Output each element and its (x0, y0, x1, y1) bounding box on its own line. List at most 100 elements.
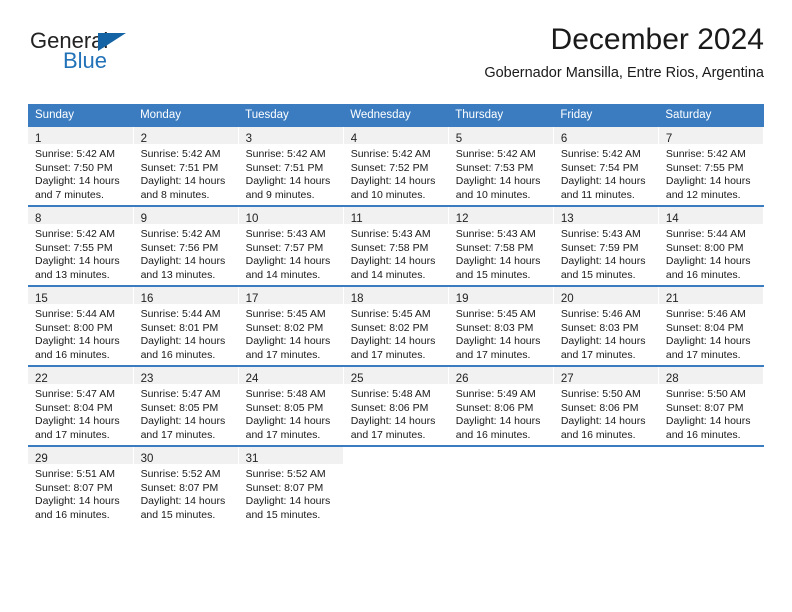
day-cell[interactable]: 14 Sunrise: 5:44 AM Sunset: 8:00 PM Dayl… (658, 205, 765, 286)
day-cell[interactable]: 28 Sunrise: 5:50 AM Sunset: 8:07 PM Dayl… (658, 365, 765, 446)
daylight-text-line1: Daylight: 14 hours (35, 335, 120, 348)
sunrise-text: Sunrise: 5:44 AM (140, 308, 221, 320)
day-cell[interactable]: 21 Sunrise: 5:46 AM Sunset: 8:04 PM Dayl… (658, 285, 765, 366)
day-number-band: 30 (133, 447, 238, 465)
sunrise-text: Sunrise: 5:46 AM (560, 308, 641, 320)
day-cell[interactable]: 8 Sunrise: 5:42 AM Sunset: 7:55 PM Dayli… (28, 205, 134, 286)
day-number: 6 (560, 133, 568, 145)
day-details: Sunrise: 5:46 AM Sunset: 8:03 PM Dayligh… (554, 304, 658, 362)
sunset-text: Sunset: 8:04 PM (665, 321, 744, 334)
page-header: General Blue December 2024 Gobernador Ma… (28, 23, 764, 98)
day-cell[interactable]: 25 Sunrise: 5:48 AM Sunset: 8:06 PM Dayl… (343, 365, 449, 446)
day-number: 30 (140, 453, 154, 465)
day-cell[interactable]: 31 Sunrise: 5:52 AM Sunset: 8:07 PM Dayl… (238, 445, 344, 525)
day-cell[interactable]: 9 Sunrise: 5:42 AM Sunset: 7:56 PM Dayli… (133, 205, 239, 286)
day-cell[interactable]: 19 Sunrise: 5:45 AM Sunset: 8:03 PM Dayl… (448, 285, 554, 366)
day-number: 31 (245, 453, 259, 465)
sunrise-text: Sunrise: 5:42 AM (560, 148, 641, 160)
day-cell[interactable]: 3 Sunrise: 5:42 AM Sunset: 7:51 PM Dayli… (238, 127, 344, 206)
day-cell[interactable]: 29 Sunrise: 5:51 AM Sunset: 8:07 PM Dayl… (28, 445, 134, 525)
day-number-band: 22 (28, 367, 133, 385)
daylight-text-line1: Daylight: 14 hours (140, 335, 226, 348)
day-cell[interactable]: 30 Sunrise: 5:52 AM Sunset: 8:07 PM Dayl… (133, 445, 239, 525)
day-details: Sunrise: 5:42 AM Sunset: 7:55 PM Dayligh… (28, 224, 133, 282)
day-number-band (659, 447, 763, 464)
daylight-text-line1: Daylight: 14 hours (455, 415, 541, 428)
day-cell[interactable]: 18 Sunrise: 5:45 AM Sunset: 8:02 PM Dayl… (343, 285, 449, 366)
day-cell-empty (553, 445, 659, 525)
sunset-text: Sunset: 7:55 PM (665, 161, 744, 174)
day-number-band: 2 (133, 127, 238, 145)
sunset-text: Sunset: 8:07 PM (35, 481, 113, 494)
sunrise-text: Sunrise: 5:42 AM (455, 148, 536, 160)
day-cell[interactable]: 10 Sunrise: 5:43 AM Sunset: 7:57 PM Dayl… (238, 205, 344, 286)
sunset-text: Sunset: 8:01 PM (140, 321, 219, 334)
sunset-text: Sunset: 8:03 PM (560, 321, 639, 334)
sunrise-text: Sunrise: 5:42 AM (35, 148, 115, 160)
day-number-band (554, 447, 658, 464)
day-cell-empty (658, 445, 765, 525)
day-cell[interactable]: 4 Sunrise: 5:42 AM Sunset: 7:52 PM Dayli… (343, 127, 449, 206)
day-cell[interactable]: 16 Sunrise: 5:44 AM Sunset: 8:01 PM Dayl… (133, 285, 239, 366)
day-cell[interactable]: 12 Sunrise: 5:43 AM Sunset: 7:58 PM Dayl… (448, 205, 554, 286)
sunset-text: Sunset: 7:56 PM (140, 241, 219, 254)
day-number-band: 12 (448, 207, 553, 225)
day-cell[interactable]: 6 Sunrise: 5:42 AM Sunset: 7:54 PM Dayli… (553, 127, 659, 206)
sunset-text: Sunset: 7:52 PM (350, 161, 429, 174)
daylight-text-line2: and 15 minutes. (140, 508, 216, 521)
daylight-text-line2: and 14 minutes. (350, 268, 426, 281)
day-number-band: 27 (553, 367, 658, 385)
day-number: 1 (35, 133, 42, 145)
sunrise-text: Sunrise: 5:47 AM (140, 388, 221, 400)
day-cell[interactable]: 24 Sunrise: 5:48 AM Sunset: 8:05 PM Dayl… (238, 365, 344, 446)
day-cell[interactable]: 1 Sunrise: 5:42 AM Sunset: 7:50 PM Dayli… (28, 127, 134, 206)
daylight-text-line1: Daylight: 14 hours (350, 415, 436, 428)
sunrise-text: Sunrise: 5:45 AM (455, 308, 536, 320)
day-number: 19 (455, 293, 469, 305)
day-number-band: 8 (28, 207, 133, 225)
day-cell[interactable]: 15 Sunrise: 5:44 AM Sunset: 8:00 PM Dayl… (28, 285, 134, 366)
day-details: Sunrise: 5:50 AM Sunset: 8:06 PM Dayligh… (554, 384, 658, 442)
sunrise-text: Sunrise: 5:50 AM (560, 388, 641, 400)
day-number: 3 (245, 133, 253, 145)
daylight-text-line1: Daylight: 14 hours (560, 335, 646, 348)
daylight-text-line1: Daylight: 14 hours (245, 415, 331, 428)
weekday-header-saturday: Saturday (658, 104, 764, 127)
day-number-band: 4 (343, 127, 448, 145)
day-cell[interactable]: 17 Sunrise: 5:45 AM Sunset: 8:02 PM Dayl… (238, 285, 344, 366)
day-number: 9 (140, 213, 147, 225)
day-details: Sunrise: 5:46 AM Sunset: 8:04 PM Dayligh… (659, 304, 763, 362)
sunrise-text: Sunrise: 5:45 AM (350, 308, 431, 320)
daylight-text-line1: Daylight: 14 hours (245, 255, 331, 268)
daylight-text-line2: and 15 minutes. (245, 508, 321, 521)
brand-name-blue: Blue (63, 48, 108, 73)
sunrise-text: Sunrise: 5:46 AM (665, 308, 746, 320)
day-cell[interactable]: 11 Sunrise: 5:43 AM Sunset: 7:58 PM Dayl… (343, 205, 449, 286)
day-cell[interactable]: 2 Sunrise: 5:42 AM Sunset: 7:51 PM Dayli… (133, 127, 239, 206)
calendar-header-row: Sunday Monday Tuesday Wednesday Thursday… (28, 104, 764, 127)
daylight-text-line2: and 15 minutes. (560, 268, 636, 281)
day-cell[interactable]: 23 Sunrise: 5:47 AM Sunset: 8:05 PM Dayl… (133, 365, 239, 446)
sunrise-text: Sunrise: 5:52 AM (245, 468, 326, 480)
day-cell[interactable]: 26 Sunrise: 5:49 AM Sunset: 8:06 PM Dayl… (448, 365, 554, 446)
sunset-text: Sunset: 8:00 PM (35, 321, 113, 334)
day-cell[interactable]: 13 Sunrise: 5:43 AM Sunset: 7:59 PM Dayl… (553, 205, 659, 286)
day-cell[interactable]: 27 Sunrise: 5:50 AM Sunset: 8:06 PM Dayl… (553, 365, 659, 446)
day-cell[interactable]: 20 Sunrise: 5:46 AM Sunset: 8:03 PM Dayl… (553, 285, 659, 366)
day-details: Sunrise: 5:42 AM Sunset: 7:54 PM Dayligh… (554, 144, 658, 202)
day-cell[interactable]: 5 Sunrise: 5:42 AM Sunset: 7:53 PM Dayli… (448, 127, 554, 206)
sunset-text: Sunset: 7:59 PM (560, 241, 639, 254)
sunrise-text: Sunrise: 5:42 AM (350, 148, 431, 160)
day-details: Sunrise: 5:45 AM Sunset: 8:02 PM Dayligh… (344, 304, 448, 362)
day-details: Sunrise: 5:47 AM Sunset: 8:04 PM Dayligh… (28, 384, 133, 442)
sunrise-text: Sunrise: 5:43 AM (455, 228, 536, 240)
sunset-text: Sunset: 7:54 PM (560, 161, 639, 174)
daylight-text-line2: and 15 minutes. (455, 268, 531, 281)
sunset-text: Sunset: 8:00 PM (665, 241, 744, 254)
sunrise-text: Sunrise: 5:44 AM (665, 228, 746, 240)
day-cell[interactable]: 7 Sunrise: 5:42 AM Sunset: 7:55 PM Dayli… (658, 127, 765, 206)
daylight-text-line1: Daylight: 14 hours (350, 335, 436, 348)
brand-logo[interactable]: General Blue (28, 26, 228, 86)
sunrise-text: Sunrise: 5:42 AM (140, 228, 221, 240)
day-cell[interactable]: 22 Sunrise: 5:47 AM Sunset: 8:04 PM Dayl… (28, 365, 134, 446)
